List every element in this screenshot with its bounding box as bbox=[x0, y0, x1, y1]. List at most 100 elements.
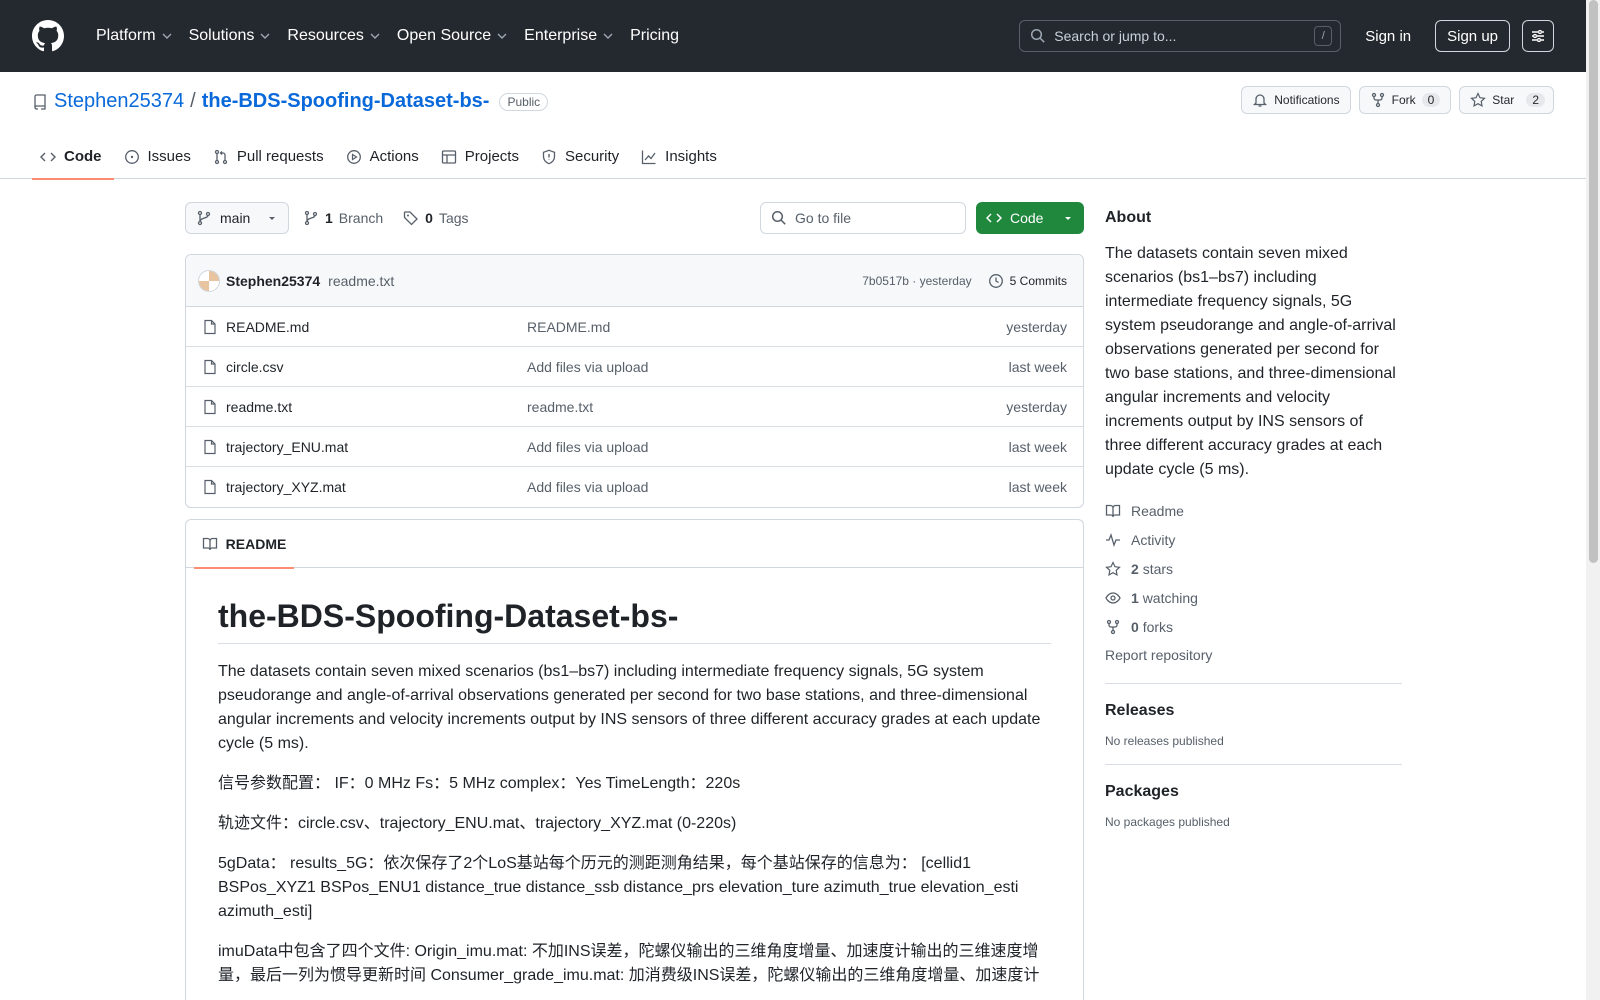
repo-title: Stephen25374 / the-BDS-Spoofing-Dataset-… bbox=[32, 90, 549, 113]
search-input[interactable]: Search or jump to... / bbox=[1019, 20, 1342, 52]
repo-tabs: Code Issues Pull requests Actions Projec… bbox=[32, 134, 731, 180]
nav-solutions[interactable]: Solutions bbox=[181, 20, 280, 52]
chevron-down-icon bbox=[162, 33, 172, 39]
file-icon bbox=[204, 439, 216, 454]
search-shortcut-key: / bbox=[1314, 26, 1333, 46]
table-row[interactable]: trajectory_XYZ.mat Add files via upload … bbox=[186, 467, 1083, 507]
table-row[interactable]: circle.csv Add files via upload last wee… bbox=[186, 347, 1083, 387]
sign-in-link[interactable]: Sign in bbox=[1365, 28, 1411, 45]
stars-link[interactable]: 2 stars bbox=[1105, 554, 1402, 583]
code-dropdown-button[interactable]: Code bbox=[976, 202, 1084, 234]
forks-count: 0 bbox=[1131, 618, 1139, 635]
file-name-link[interactable]: trajectory_ENU.mat bbox=[202, 439, 527, 455]
readme-paragraph: 5gData： results_5G：依次保存了2个LoS基站每个历元的测距测角… bbox=[218, 855, 1019, 920]
table-row[interactable]: trajectory_ENU.mat Add files via upload … bbox=[186, 427, 1083, 467]
command-palette-button[interactable] bbox=[1522, 20, 1554, 52]
commit-author-link[interactable]: Stephen25374 bbox=[226, 273, 320, 289]
tab-pull-requests[interactable]: Pull requests bbox=[205, 134, 336, 179]
avatar[interactable] bbox=[198, 269, 220, 292]
tab-actions[interactable]: Actions bbox=[338, 134, 431, 179]
repo-name-link[interactable]: the-BDS-Spoofing-Dataset-bs- bbox=[202, 90, 490, 113]
activity-link[interactable]: Activity bbox=[1105, 525, 1402, 554]
file-name-link[interactable]: trajectory_XYZ.mat bbox=[202, 479, 527, 495]
header-actions: Search or jump to... / Sign in Sign up bbox=[1019, 20, 1554, 52]
fork-icon bbox=[1371, 92, 1384, 108]
github-logo-icon[interactable] bbox=[32, 20, 64, 52]
tab-insights[interactable]: Insights bbox=[633, 134, 729, 179]
forks-link[interactable]: 0 forks bbox=[1105, 612, 1402, 641]
caret-down-icon bbox=[269, 217, 275, 220]
readme-paragraph: 轨迹文件：circle.csv、trajectory_ENU.mat、traje… bbox=[218, 815, 737, 832]
file-commit-message[interactable]: Add files via upload bbox=[527, 479, 1009, 495]
sign-up-button[interactable]: Sign up bbox=[1435, 20, 1510, 52]
tag-icon bbox=[404, 211, 419, 226]
nav-enterprise-label: Enterprise bbox=[524, 27, 598, 44]
latest-commit: Stephen25374 readme.txt 7b0517b · yester… bbox=[186, 255, 1083, 307]
commits-count: 5 Commits bbox=[1009, 273, 1067, 288]
repo-owner-link[interactable]: Stephen25374 bbox=[54, 90, 184, 113]
file-name: circle.csv bbox=[226, 358, 284, 375]
branches-link[interactable]: 1 Branch bbox=[303, 210, 383, 226]
file-name-link[interactable]: README.md bbox=[202, 319, 527, 335]
readme-link[interactable]: Readme bbox=[1105, 496, 1402, 525]
tags-link[interactable]: 0 Tags bbox=[403, 210, 469, 226]
file-commit-message[interactable]: README.md bbox=[527, 319, 1006, 335]
tab-pull-requests-label: Pull requests bbox=[236, 148, 324, 165]
tab-security[interactable]: Security bbox=[533, 134, 631, 179]
nav-resources[interactable]: Resources bbox=[279, 20, 388, 52]
readme-paragraph: imuData中包含了四个文件: Origin_imu.mat: 不加INS误差… bbox=[218, 943, 1040, 984]
tab-insights-label: Insights bbox=[665, 148, 717, 165]
tab-readme[interactable]: README bbox=[194, 520, 294, 569]
fork-button[interactable]: Fork 0 bbox=[1358, 86, 1452, 114]
file-name: trajectory_ENU.mat bbox=[226, 438, 349, 455]
global-header: Platform Solutions Resources Open Source… bbox=[0, 0, 1586, 72]
fork-count: 0 bbox=[1421, 93, 1441, 107]
file-name-link[interactable]: readme.txt bbox=[202, 399, 527, 415]
nav-pricing[interactable]: Pricing bbox=[622, 20, 687, 52]
repository-header: Stephen25374 / the-BDS-Spoofing-Dataset-… bbox=[0, 72, 1586, 180]
fork-label: Fork bbox=[1391, 93, 1416, 107]
tab-code[interactable]: Code bbox=[32, 134, 114, 180]
tab-issues[interactable]: Issues bbox=[116, 134, 203, 179]
file-name-link[interactable]: circle.csv bbox=[202, 359, 527, 375]
notifications-button[interactable]: Notifications bbox=[1241, 86, 1351, 114]
nav-platform[interactable]: Platform bbox=[88, 20, 181, 52]
commits-history-link[interactable]: 5 Commits bbox=[988, 273, 1067, 289]
file-commit-message[interactable]: readme.txt bbox=[527, 399, 1006, 415]
shield-icon bbox=[542, 149, 556, 164]
search-placeholder: Search or jump to... bbox=[1054, 28, 1177, 44]
readme-panel: README the-BDS-Spoofing-Dataset-bs- The … bbox=[185, 519, 1084, 1000]
watching-count: 1 bbox=[1131, 589, 1139, 606]
releases-heading[interactable]: Releases bbox=[1105, 702, 1174, 719]
releases-empty-text: No releases published bbox=[1105, 734, 1224, 748]
nav-open-source[interactable]: Open Source bbox=[389, 20, 516, 52]
nav-open-source-label: Open Source bbox=[396, 27, 492, 44]
commit-message-link[interactable]: readme.txt bbox=[328, 273, 394, 289]
file-commit-message[interactable]: Add files via upload bbox=[527, 439, 1009, 455]
packages-heading[interactable]: Packages bbox=[1105, 783, 1179, 800]
nav-enterprise[interactable]: Enterprise bbox=[516, 20, 622, 52]
branch-selector[interactable]: main bbox=[185, 202, 289, 234]
tab-projects[interactable]: Projects bbox=[433, 134, 531, 179]
file-icon bbox=[204, 399, 216, 414]
packages-section: Packages No packages published bbox=[1105, 764, 1402, 829]
star-button[interactable]: Star 2 bbox=[1459, 86, 1554, 114]
table-row[interactable]: README.md README.md yesterday bbox=[186, 307, 1083, 347]
file-commit-message[interactable]: Add files via upload bbox=[527, 359, 1009, 375]
report-repository-link[interactable]: Report repository bbox=[1105, 643, 1402, 667]
table-row[interactable]: readme.txt readme.txt yesterday bbox=[186, 387, 1083, 427]
global-nav: Platform Solutions Resources Open Source… bbox=[88, 20, 687, 52]
file-icon bbox=[204, 359, 216, 374]
fork-icon bbox=[1106, 619, 1120, 634]
branch-icon bbox=[304, 210, 318, 226]
scrollbar-thumb[interactable] bbox=[1589, 0, 1598, 563]
page-scrollbar[interactable] bbox=[1586, 0, 1600, 1000]
commit-hash-time[interactable]: 7b0517b · yesterday bbox=[862, 274, 971, 288]
go-to-file-input[interactable]: Go to file bbox=[760, 202, 966, 234]
readme-paragraph: 信号参数配置： IF：0 MHz Fs：5 MHz complex：Yes Ti… bbox=[218, 775, 741, 792]
about-description: The datasets contain seven mixed scenari… bbox=[1105, 245, 1396, 478]
chevron-down-icon bbox=[370, 33, 380, 39]
file-icon bbox=[204, 319, 216, 334]
watching-link[interactable]: 1 watching bbox=[1105, 583, 1402, 612]
readme-tab-label: README bbox=[225, 536, 287, 552]
